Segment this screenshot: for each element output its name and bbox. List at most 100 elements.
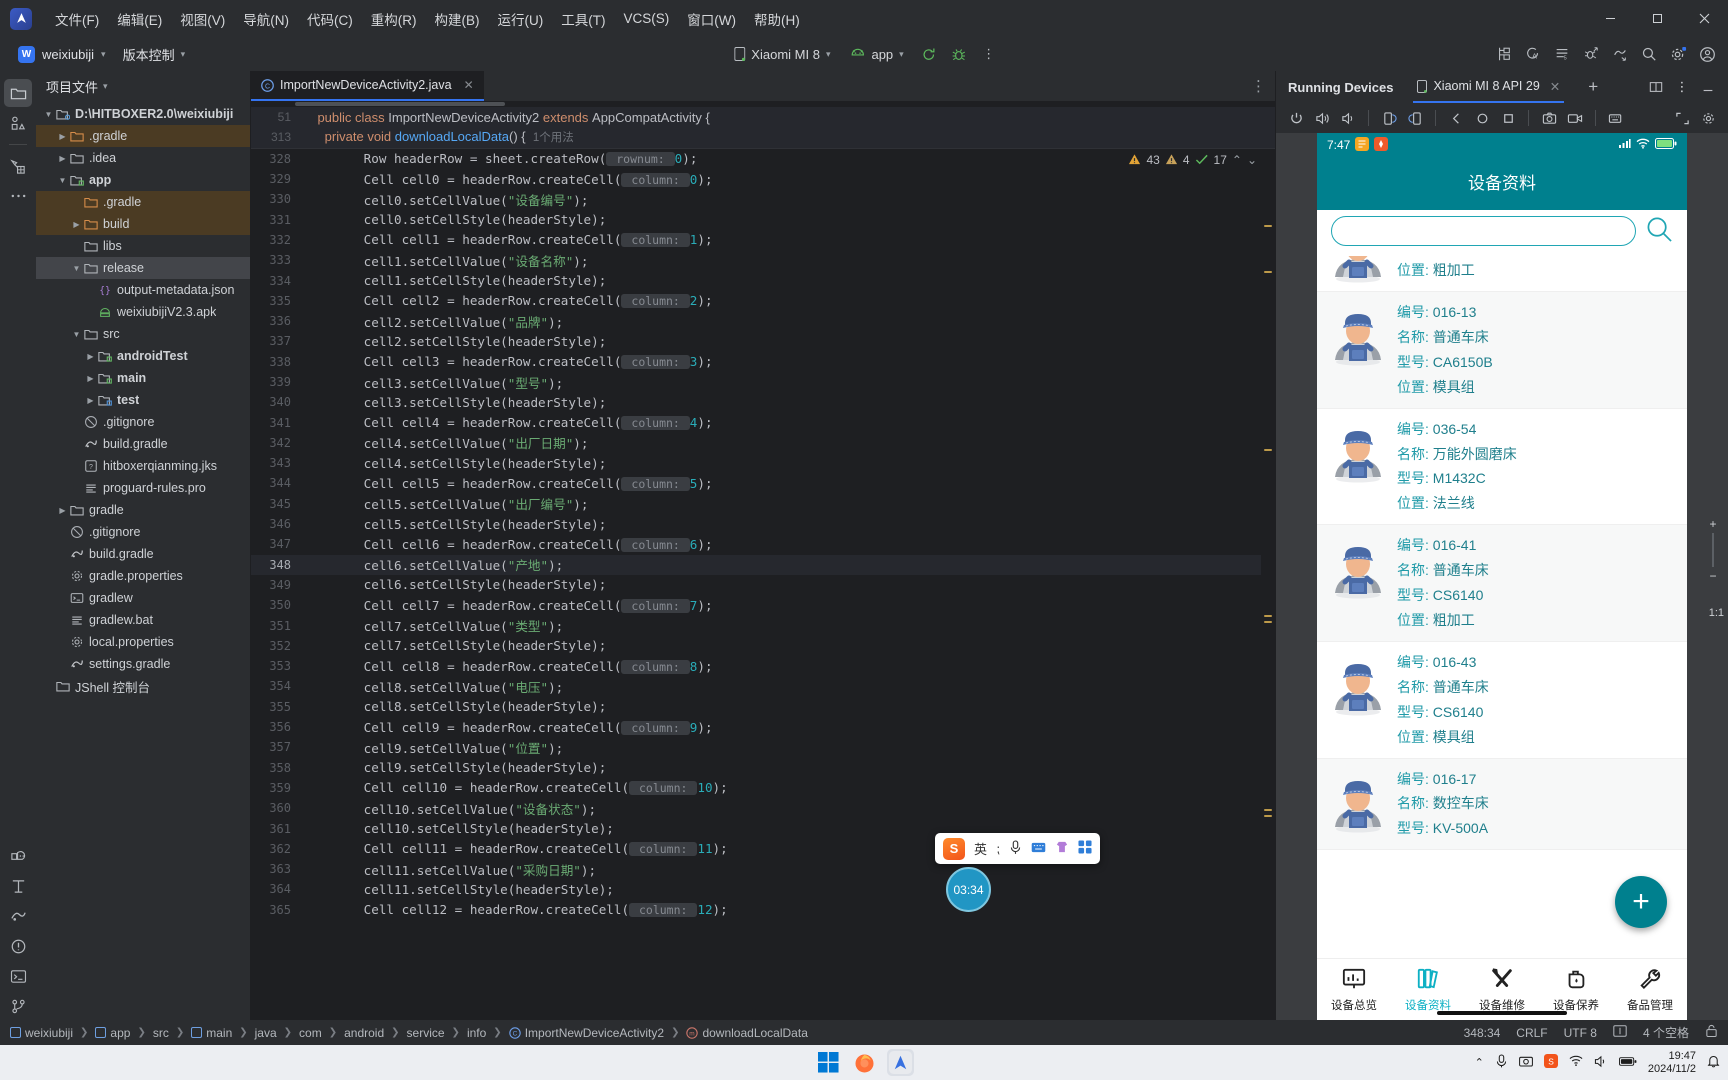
emulator-settings-icon[interactable]	[1696, 107, 1720, 129]
tree-node[interactable]: ▶ gradle	[36, 499, 250, 521]
tree-node[interactable]: settings.gradle	[36, 653, 250, 675]
breadcrumb-item[interactable]: weixiubiji	[10, 1026, 73, 1040]
rail-commit-icon[interactable]	[4, 109, 32, 137]
editor-hscrollbar[interactable]	[251, 101, 1275, 107]
code-line[interactable]: 358 cell9.setCellStyle(headerStyle);	[251, 758, 1275, 778]
close-icon[interactable]: ✕	[1550, 79, 1560, 94]
home-icon[interactable]	[1470, 107, 1494, 129]
code-lines[interactable]: 328 Row headerRow = sheet.createRow( row…	[251, 149, 1275, 920]
code-line[interactable]: 357 cell9.setCellValue("位置");	[251, 737, 1275, 757]
code-text[interactable]: cell4.setCellStyle(headerStyle);	[303, 456, 1275, 471]
menu-code[interactable]: 代码(C)	[298, 5, 362, 33]
punctuation-icon[interactable]: ⁏	[996, 842, 1000, 856]
code-line[interactable]: 354 cell8.setCellValue("电压");	[251, 676, 1275, 696]
inspection-mark[interactable]	[1264, 448, 1272, 451]
code-text[interactable]: cell5.setCellValue("出厂编号");	[303, 494, 1275, 513]
project-selector[interactable]: W weixiubiji ▾	[10, 43, 114, 66]
apps-icon[interactable]	[1078, 840, 1092, 857]
code-text[interactable]: Cell cell6 = headerRow.createCell( colum…	[303, 537, 1275, 552]
code-line[interactable]: 365 Cell cell12 = headerRow.createCell( …	[251, 900, 1275, 920]
add-device-icon[interactable]: +	[1588, 77, 1598, 97]
tree-node[interactable]: .gradle	[36, 191, 250, 213]
inspection-mark[interactable]	[1264, 614, 1272, 617]
tree-expander-icon[interactable]: ▼	[70, 264, 83, 273]
tree-node[interactable]: ▼ D:\HITBOXER2.0\weixiubiji	[36, 103, 250, 125]
code-text[interactable]: Cell cell2 = headerRow.createCell( colum…	[303, 293, 1275, 309]
menu-vcs[interactable]: VCS(S)	[615, 7, 679, 30]
code-text[interactable]: cell7.setCellStyle(headerStyle);	[303, 638, 1275, 653]
inspection-gutter[interactable]	[1261, 148, 1275, 1020]
tree-expander-icon[interactable]: ▶	[56, 506, 69, 515]
device-card[interactable]: 编号: 016-13 名称: 普通车床 型号: CA6150B 位置: 模具组	[1317, 292, 1687, 409]
code-text[interactable]: cell7.setCellValue("类型");	[303, 616, 1275, 635]
menu-tools[interactable]: 工具(T)	[552, 5, 614, 33]
breadcrumb-item[interactable]: com	[299, 1026, 322, 1040]
zoom-track[interactable]	[1712, 532, 1714, 567]
code-text[interactable]: cell5.setCellStyle(headerStyle);	[303, 517, 1275, 532]
inspection-mark[interactable]	[1264, 270, 1272, 273]
code-text[interactable]: cell0.setCellValue("设备编号");	[303, 190, 1275, 209]
reader-mode-icon[interactable]	[1613, 1025, 1627, 1040]
editor-options-icon[interactable]: ⋮	[1251, 77, 1267, 95]
window-options-icon[interactable]: ⋮	[1670, 76, 1694, 98]
tray-screenshot-icon[interactable]	[1518, 1055, 1533, 1071]
code-line[interactable]: 328 Row headerRow = sheet.createRow( row…	[251, 149, 1275, 169]
code-line[interactable]: 362 Cell cell11 = headerRow.createCell( …	[251, 839, 1275, 859]
code-line[interactable]: 360 cell10.setCellValue("设备状态");	[251, 798, 1275, 818]
tree-node[interactable]: ▼ release	[36, 257, 250, 279]
code-text[interactable]: Cell cell12 = headerRow.createCell( colu…	[303, 902, 1275, 918]
breadcrumb-item[interactable]: android	[344, 1026, 384, 1040]
tab-ImportNewDeviceActivity2[interactable]: C ImportNewDeviceActivity2.java ✕	[251, 71, 484, 101]
code-text[interactable]: Cell cell5 = headerRow.createCell( colum…	[303, 476, 1275, 491]
rotate-left-icon[interactable]	[1377, 107, 1401, 129]
keyboard-icon[interactable]	[1604, 107, 1628, 129]
debug-button[interactable]	[946, 42, 972, 66]
tree-node[interactable]: build.gradle	[36, 543, 250, 565]
next-problem-icon[interactable]: ⌄	[1247, 153, 1257, 167]
code-line[interactable]: 359 Cell cell10 = headerRow.createCell( …	[251, 778, 1275, 798]
tree-node[interactable]: ▶ build	[36, 213, 250, 235]
code-line[interactable]: 344 Cell cell5 = headerRow.createCell( c…	[251, 473, 1275, 493]
code-line[interactable]: 353 Cell cell8 = headerRow.createCell( c…	[251, 656, 1275, 676]
code-line[interactable]: 346 cell5.setCellStyle(headerStyle);	[251, 514, 1275, 534]
device-card[interactable]: 编号: 016-43 名称: 普通车床 型号: CS6140 位置: 模具组	[1317, 642, 1687, 759]
code-line[interactable]: 350 Cell cell7 = headerRow.createCell( c…	[251, 595, 1275, 615]
menu-refactor[interactable]: 重构(R)	[362, 5, 426, 33]
breadcrumb-item[interactable]: info	[467, 1026, 486, 1040]
emulator-viewport[interactable]: 7:47 设备资料 位置: 粗加工 编号: 016-13 名称: 普通车床 型号…	[1276, 133, 1728, 1020]
code-text[interactable]: Cell cell8 = headerRow.createCell( colum…	[303, 659, 1275, 674]
code-line[interactable]: 331 cell0.setCellStyle(headerStyle);	[251, 209, 1275, 229]
device-manager-icon[interactable]	[1607, 42, 1633, 66]
rail-logcat-icon[interactable]	[4, 842, 32, 870]
code-line[interactable]: 355 cell8.setCellStyle(headerStyle);	[251, 697, 1275, 717]
record-icon[interactable]	[1563, 107, 1587, 129]
code-text[interactable]: cell9.setCellValue("位置");	[303, 738, 1275, 757]
code-line[interactable]: 351 cell7.setCellValue("类型");	[251, 615, 1275, 635]
menu-run[interactable]: 运行(U)	[489, 5, 553, 33]
tree-node[interactable]: ▼ src	[36, 323, 250, 345]
windows-start-icon[interactable]	[815, 1049, 842, 1076]
code-line[interactable]: 348 cell6.setCellValue("产地");	[251, 554, 1275, 575]
tree-node[interactable]: weixiubijiV2.3.apk	[36, 301, 250, 323]
code-line[interactable]: 361 cell10.setCellStyle(headerStyle);	[251, 818, 1275, 838]
indent-setting[interactable]: 4 个空格	[1643, 1024, 1689, 1041]
line-separator[interactable]: CRLF	[1516, 1026, 1547, 1040]
code-text[interactable]: cell0.setCellStyle(headerStyle);	[303, 212, 1275, 227]
tree-expander-icon[interactable]: ▶	[84, 396, 97, 405]
apply-changes-button[interactable]	[916, 42, 942, 66]
rotate-right-icon[interactable]	[1403, 107, 1427, 129]
scrollbar-thumb[interactable]	[295, 102, 505, 106]
code-line[interactable]: 339 cell3.setCellValue("型号");	[251, 372, 1275, 392]
inspection-mark[interactable]	[1264, 814, 1272, 817]
code-line[interactable]: 334 cell1.setCellStyle(headerStyle);	[251, 270, 1275, 290]
minimize-button[interactable]	[1587, 0, 1634, 37]
tree-node[interactable]: ▶ androidTest	[36, 345, 250, 367]
tree-node[interactable]: gradle.properties	[36, 565, 250, 587]
zoom-in-icon[interactable]: +	[1709, 517, 1716, 531]
add-device-fab[interactable]: +	[1615, 876, 1667, 928]
code-text[interactable]: cell3.setCellValue("型号");	[303, 373, 1275, 392]
code-text[interactable]: cell10.setCellStyle(headerStyle);	[303, 821, 1275, 836]
notification-bell-icon[interactable]	[1707, 1054, 1720, 1071]
tree-node[interactable]: .gitignore	[36, 521, 250, 543]
rail-structure-icon[interactable]	[4, 872, 32, 900]
